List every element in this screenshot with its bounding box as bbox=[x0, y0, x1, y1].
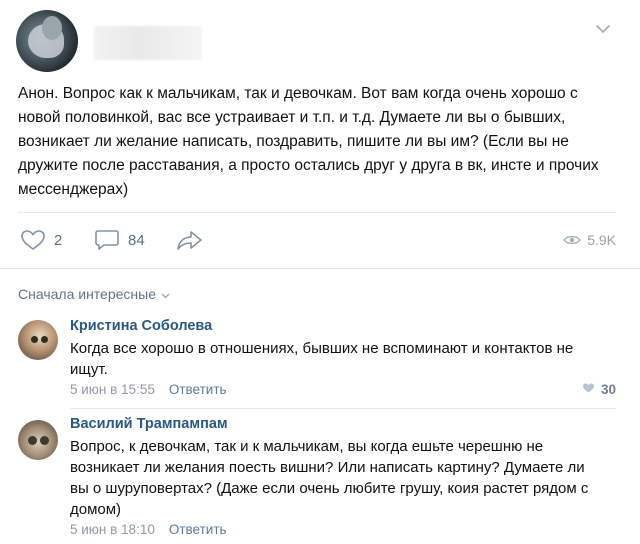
comment-like-button[interactable]: 30 bbox=[582, 382, 616, 397]
comment-meta: 5 июн в 18:10 Ответить bbox=[70, 522, 227, 537]
views-counter: 5.9K bbox=[563, 226, 616, 254]
reply-button[interactable]: Ответить bbox=[169, 382, 227, 397]
speech-bubble-icon bbox=[94, 228, 120, 252]
avatar-detail bbox=[41, 336, 48, 343]
heart-outline-icon bbox=[20, 228, 46, 252]
comment-button[interactable]: 84 bbox=[94, 226, 145, 254]
comment-author[interactable]: Василий Трампампам bbox=[70, 416, 228, 432]
avatar-figure-head bbox=[42, 16, 62, 40]
comment-date[interactable]: 5 июн в 15:55 bbox=[70, 382, 155, 397]
views-count: 5.9K bbox=[587, 232, 616, 248]
comment-text: Вопрос, к девочкам, так и к мальчикам, в… bbox=[70, 438, 589, 518]
commenter-avatar[interactable] bbox=[18, 420, 58, 460]
comment-text: Когда все хорошо в отношениях, бывших не… bbox=[70, 340, 574, 378]
divider bbox=[18, 212, 616, 213]
comment-like-count: 30 bbox=[600, 382, 616, 397]
comment-date[interactable]: 5 июн в 18:10 bbox=[70, 522, 155, 537]
share-arrow-icon bbox=[176, 228, 204, 252]
avatar-detail bbox=[28, 436, 37, 445]
divider bbox=[70, 408, 616, 409]
like-count: 2 bbox=[54, 231, 63, 249]
post-actions: 2 84 5.9K bbox=[18, 226, 616, 254]
reply-button[interactable]: Ответить bbox=[169, 522, 227, 537]
chevron-down-icon bbox=[161, 286, 170, 302]
comment-count: 84 bbox=[128, 231, 145, 249]
comment-meta: 5 июн в 15:55 Ответить bbox=[70, 382, 227, 397]
heart-icon bbox=[582, 382, 601, 397]
eye-icon bbox=[563, 234, 581, 246]
post-text: Анон. Вопрос как к мальчикам, так и дево… bbox=[18, 85, 599, 198]
sort-label: Сначала интересные bbox=[18, 286, 156, 302]
chevron-down-icon[interactable] bbox=[594, 22, 612, 34]
like-button[interactable]: 2 bbox=[20, 226, 62, 254]
share-button[interactable] bbox=[176, 226, 204, 254]
author-name-redacted bbox=[94, 26, 202, 60]
comment-sort-dropdown[interactable]: Сначала интересные bbox=[18, 286, 170, 302]
author-avatar[interactable] bbox=[16, 10, 78, 72]
divider bbox=[0, 268, 640, 269]
comment-author[interactable]: Кристина Соболева bbox=[70, 318, 212, 334]
commenter-avatar[interactable] bbox=[18, 320, 58, 360]
avatar-detail bbox=[31, 336, 38, 343]
avatar-detail bbox=[40, 436, 49, 445]
